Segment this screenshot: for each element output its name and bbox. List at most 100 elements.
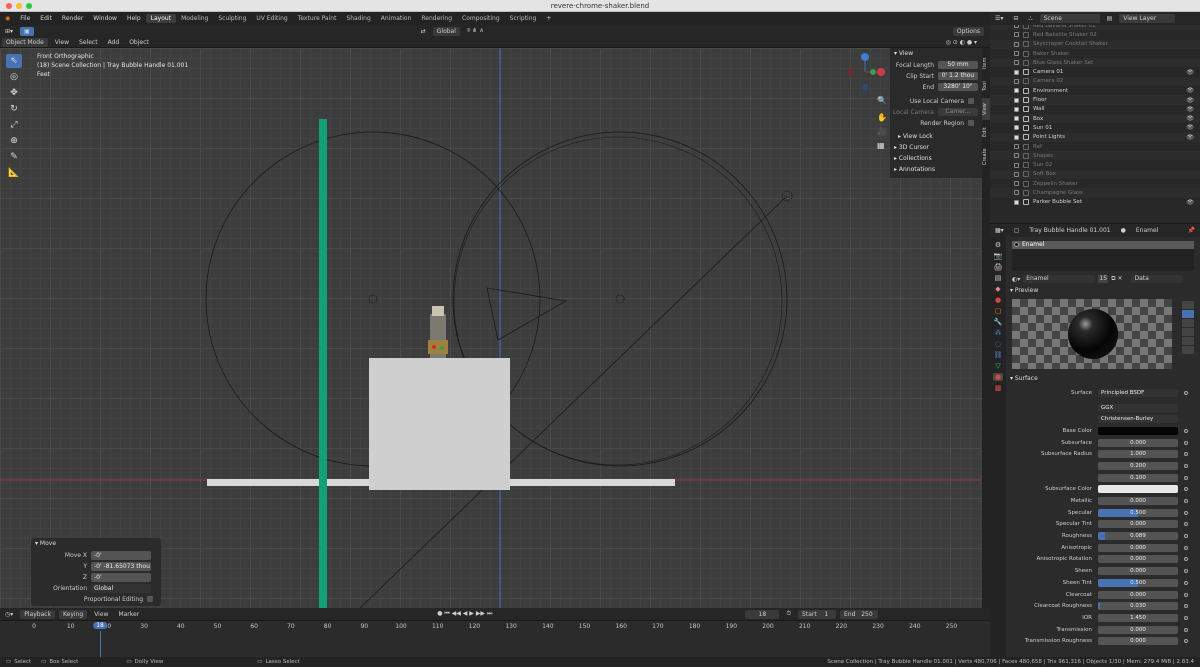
cursor-tool-icon[interactable]: ◎ bbox=[6, 70, 22, 84]
pin-icon[interactable]: 📌 bbox=[1183, 226, 1200, 235]
subsurface-method-dropdown[interactable]: Christensen-Burley bbox=[1098, 415, 1178, 424]
property-slider[interactable]: 1.000 bbox=[1098, 450, 1178, 459]
outliner-row[interactable]: Blue Glass Shaker Set bbox=[990, 58, 1200, 68]
tab-sculpting[interactable]: Sculpting bbox=[213, 14, 251, 23]
menu-render[interactable]: Render bbox=[57, 15, 88, 22]
object-tab-icon[interactable]: ▢ bbox=[995, 307, 1002, 315]
property-slider[interactable]: 0.089 bbox=[1098, 532, 1178, 541]
snap-icon[interactable]: ⌾ ⋔ ∧ bbox=[462, 26, 489, 36]
timeline-menu-playback[interactable]: Playback bbox=[20, 609, 56, 619]
exclude-checkbox[interactable] bbox=[1014, 78, 1019, 84]
properties-editor-icon[interactable]: ▦▾ bbox=[990, 226, 1009, 235]
particles-tab-icon[interactable]: ⁂ bbox=[995, 329, 1002, 337]
exclude-checkbox[interactable] bbox=[1014, 60, 1019, 66]
preview-sky-icon[interactable] bbox=[1182, 346, 1194, 354]
tab-texture-paint[interactable]: Texture Paint bbox=[293, 14, 342, 23]
annotations-section[interactable]: ▸ Annotations bbox=[890, 164, 982, 175]
modifier-tab-icon[interactable]: 🔧 bbox=[994, 318, 1003, 326]
physics-tab-icon[interactable]: ◌ bbox=[995, 340, 1001, 348]
material-browse-icon[interactable]: ◐▾ bbox=[1012, 276, 1020, 283]
socket-icon[interactable] bbox=[1184, 557, 1188, 562]
exclude-checkbox[interactable] bbox=[1014, 97, 1019, 103]
local-camera-field[interactable]: Camer... bbox=[938, 108, 978, 116]
base-color-socket-icon[interactable] bbox=[1184, 428, 1188, 433]
scene-tab-icon[interactable]: ◆ bbox=[995, 285, 1000, 293]
property-slider[interactable]: 0.000 bbox=[1098, 637, 1178, 646]
view-layer-selector[interactable]: View Layer bbox=[1119, 14, 1176, 23]
tab-modeling[interactable]: Modeling bbox=[176, 14, 213, 23]
outliner-row[interactable]: Floor 👁 bbox=[990, 95, 1200, 105]
outliner-row[interactable]: Skyscraper Cocktail Shaker bbox=[990, 39, 1200, 49]
outliner-row[interactable]: Sun 01 👁 bbox=[990, 123, 1200, 132]
measure-tool-icon[interactable]: 📐 bbox=[6, 166, 22, 180]
proportional-editing-checkbox[interactable] bbox=[147, 596, 153, 602]
preview-flat-icon[interactable] bbox=[1182, 301, 1194, 309]
3d-cursor-section[interactable]: ▸ 3D Cursor bbox=[890, 142, 982, 153]
property-slider[interactable]: 0.000 bbox=[1098, 543, 1178, 552]
blender-logo-icon[interactable]: ◉ bbox=[0, 15, 15, 22]
visibility-eye-icon[interactable]: 👁 bbox=[1186, 87, 1194, 94]
exclude-checkbox[interactable] bbox=[1014, 88, 1019, 94]
playhead[interactable]: 18 bbox=[93, 622, 107, 629]
data-tab-icon[interactable]: ▽ bbox=[995, 362, 1000, 370]
exclude-checkbox[interactable] bbox=[1014, 190, 1019, 196]
base-color-swatch[interactable] bbox=[1098, 426, 1178, 435]
clip-start-field[interactable]: 0' 1.2 thou bbox=[938, 72, 978, 80]
visibility-eye-icon[interactable]: 👁 bbox=[1186, 97, 1194, 104]
move-panel-header[interactable]: ▾ Move bbox=[31, 538, 161, 549]
tab-view[interactable]: View bbox=[982, 98, 990, 120]
tool-tab-icon[interactable]: ⚙ bbox=[995, 241, 1001, 249]
subsurface-color-swatch[interactable] bbox=[1098, 485, 1178, 494]
outliner-row[interactable]: Sun 02 bbox=[990, 160, 1200, 169]
constraint-tab-icon[interactable]: ⛓ bbox=[994, 351, 1003, 359]
distribution-dropdown[interactable]: GGX bbox=[1098, 403, 1178, 412]
socket-icon[interactable] bbox=[1184, 510, 1188, 515]
exclude-checkbox[interactable] bbox=[1014, 144, 1019, 149]
timeline[interactable]: 0 10 20 30 40 50 60 70 80 90 100 110 120 130 140 150 160… bbox=[0, 620, 990, 657]
property-slider[interactable]: 0.100 bbox=[1098, 473, 1178, 482]
menu-file[interactable]: File bbox=[15, 15, 35, 22]
move-z-field[interactable]: -0' bbox=[91, 572, 151, 582]
exclude-checkbox[interactable] bbox=[1014, 153, 1019, 159]
socket-icon[interactable] bbox=[1184, 545, 1188, 550]
material-datablock-field[interactable]: Enamel bbox=[1023, 275, 1096, 283]
timeline-menu-keying[interactable]: Keying bbox=[59, 609, 88, 619]
tab-animation[interactable]: Animation bbox=[376, 14, 417, 23]
socket-icon[interactable] bbox=[1184, 569, 1188, 574]
property-slider[interactable]: 0.200 bbox=[1098, 461, 1178, 470]
material-tab-icon[interactable]: ● bbox=[992, 373, 1004, 381]
material-users-count[interactable]: 15 bbox=[1098, 275, 1109, 283]
property-slider[interactable]: 0.000 bbox=[1098, 438, 1178, 447]
tab-rendering[interactable]: Rendering bbox=[416, 14, 457, 23]
world-tab-icon[interactable]: ● bbox=[995, 296, 1001, 304]
preview-section-header[interactable]: ▾ Preview bbox=[1010, 287, 1194, 297]
exclude-checkbox[interactable] bbox=[1014, 51, 1019, 57]
socket-icon[interactable] bbox=[1184, 639, 1188, 644]
property-slider[interactable]: 0.000 bbox=[1098, 555, 1178, 564]
start-frame-field[interactable]: Start 1 bbox=[798, 609, 837, 619]
render-tab-icon[interactable]: 📷 bbox=[994, 252, 1003, 260]
orientation-field[interactable]: Global bbox=[91, 583, 151, 593]
view-section-header[interactable]: ▾ View bbox=[890, 48, 982, 59]
outliner-row[interactable]: Camera 01 👁 bbox=[990, 67, 1200, 76]
current-frame-field[interactable]: 18 bbox=[745, 609, 780, 619]
outliner-row[interactable]: Environment 👁 bbox=[990, 86, 1200, 95]
navigation-gizmo[interactable]: 🔍 ✋ 🎥 ▦ bbox=[846, 48, 890, 158]
socket-icon[interactable] bbox=[1184, 522, 1188, 527]
visibility-eye-icon[interactable]: 👁 bbox=[1186, 69, 1194, 76]
viewport-menu-add[interactable]: Add bbox=[103, 38, 125, 47]
menu-help[interactable]: Help bbox=[122, 15, 146, 22]
socket-icon[interactable] bbox=[1184, 463, 1188, 468]
outliner-row[interactable]: Zeppelin Shaker bbox=[990, 179, 1200, 188]
tab-create[interactable]: Create bbox=[982, 144, 990, 170]
surface-section-header[interactable]: ▾ Surface bbox=[1010, 375, 1194, 385]
preview-monkey-icon[interactable] bbox=[1182, 328, 1194, 336]
outliner-row[interactable]: Baker Shaker bbox=[990, 49, 1200, 58]
transform-tool-icon[interactable]: ⊕ bbox=[6, 134, 22, 148]
visibility-eye-icon[interactable]: 👁 bbox=[1186, 115, 1194, 122]
output-tab-icon[interactable]: 🖨 bbox=[994, 263, 1003, 271]
property-slider[interactable]: 0.500 bbox=[1098, 508, 1178, 517]
rotate-tool-icon[interactable]: ↻ bbox=[6, 102, 22, 116]
property-slider[interactable]: 0.000 bbox=[1098, 497, 1178, 506]
viewport-menu-select[interactable]: Select bbox=[74, 38, 103, 47]
